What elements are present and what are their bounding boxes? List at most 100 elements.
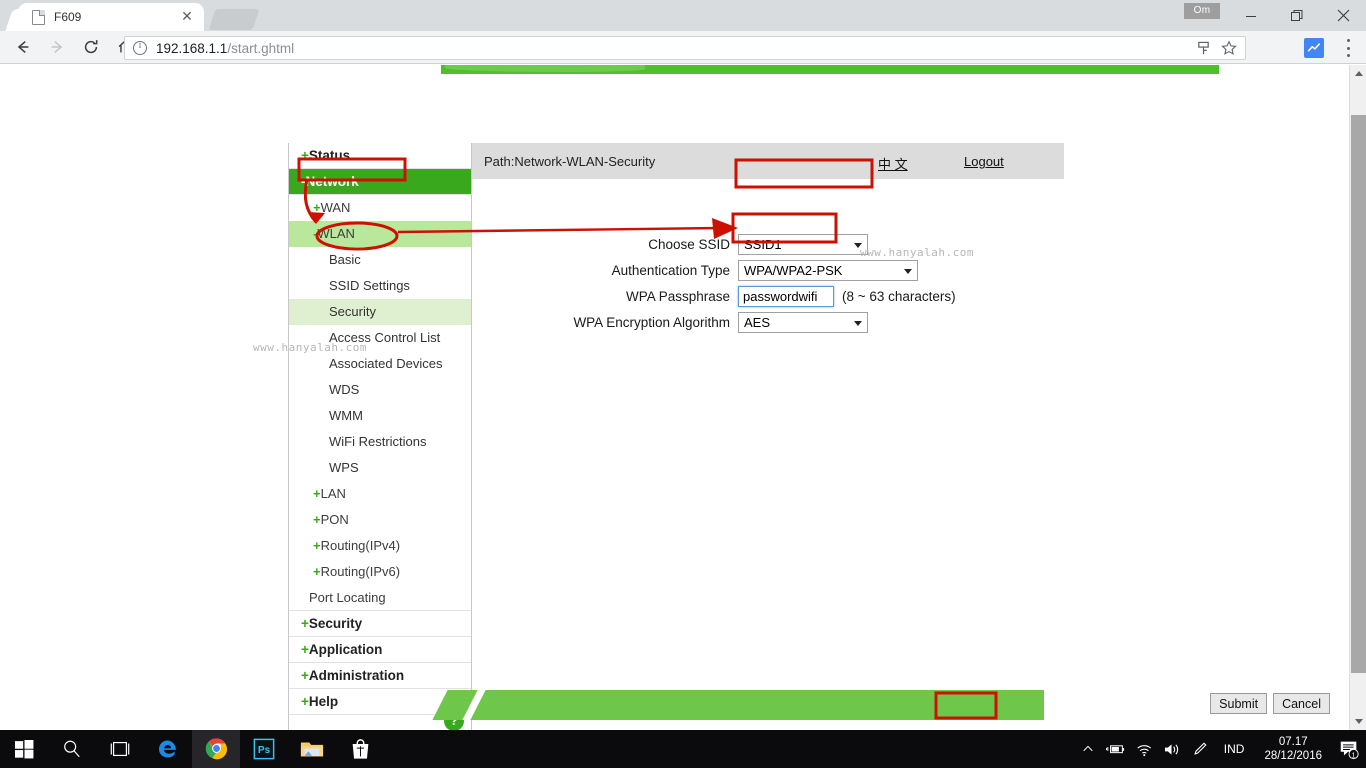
submit-button[interactable]: Submit	[1210, 693, 1268, 714]
sidebar-item-wds[interactable]: WDS	[289, 377, 471, 403]
system-tray: IND 07.17 28/12/2016 1	[1074, 730, 1366, 768]
sidebar-item-lan[interactable]: +LAN	[289, 481, 471, 507]
wpa-passphrase-input[interactable]: passwordwifi	[738, 285, 834, 307]
start-icon[interactable]	[0, 730, 48, 768]
address-bar[interactable]: 192.168.1.1/start.ghtml	[124, 36, 1246, 60]
form-row: WPA Passphrase passwordwifi (8 ~ 63 charac…	[472, 283, 1064, 309]
sidebar-item-label: Administration	[308, 668, 405, 683]
expand-icon: +	[301, 694, 309, 709]
sidebar-item-wps[interactable]: WPS	[289, 455, 471, 481]
sidebar-item-port-locating[interactable]: Port Locating	[289, 585, 471, 611]
page-panel: Path:Network-WLAN-Security 中 文 Logout +S…	[286, 78, 1344, 730]
edge-icon[interactable]	[144, 730, 192, 768]
input-value: passwordwifi	[743, 288, 818, 304]
scroll-down-icon[interactable]	[1350, 713, 1366, 730]
input-language[interactable]: IND	[1214, 742, 1255, 756]
watermark-right: www.hanyalah.com	[860, 246, 974, 259]
battery-icon[interactable]	[1102, 730, 1130, 768]
om-badge: Om	[1184, 3, 1220, 19]
window-controls	[1228, 0, 1366, 31]
task-view-icon[interactable]	[96, 730, 144, 768]
sidebar-item-label: WMM	[329, 408, 363, 423]
vertical-scrollbar[interactable]	[1349, 65, 1366, 730]
expand-icon: +	[313, 538, 321, 553]
bookmark-star-icon[interactable]	[1221, 40, 1237, 61]
page-icon	[32, 9, 45, 25]
sidebar-item-label: PON	[320, 512, 349, 527]
scrollbar-thumb[interactable]	[1351, 115, 1366, 673]
sidebar-item-basic[interactable]: Basic	[289, 247, 471, 273]
maximize-icon[interactable]	[1274, 0, 1320, 31]
sidebar-item-network[interactable]: -Network	[289, 169, 471, 195]
chrome-menu-icon[interactable]	[1340, 39, 1356, 57]
page-header-banner	[441, 65, 1219, 74]
sidebar-item-routing-ipv4[interactable]: +Routing(IPv4)	[289, 533, 471, 559]
selected-value: SSID1	[744, 236, 782, 252]
field-label: WPA Encryption Algorithm	[573, 314, 730, 330]
scroll-up-icon[interactable]	[1350, 65, 1366, 82]
sidebar-item-security[interactable]: +Security	[289, 611, 471, 637]
breadcrumb-bar: Path:Network-WLAN-Security 中 文 Logout	[472, 143, 1064, 179]
sidebar-item-wlan[interactable]: -WLAN	[289, 221, 471, 247]
new-tab-button[interactable]	[208, 9, 260, 30]
cancel-button[interactable]: Cancel	[1273, 693, 1330, 714]
close-icon[interactable]: ✕	[180, 9, 194, 24]
clock[interactable]: 07.17 28/12/2016	[1254, 735, 1332, 763]
microsoft-store-icon[interactable]	[336, 730, 384, 768]
sidebar-item-administration[interactable]: +Administration	[289, 663, 471, 689]
page-viewport: Path:Network-WLAN-Security 中 文 Logout +S…	[0, 65, 1366, 730]
tab-title: F609	[54, 10, 82, 24]
expand-icon: +	[313, 512, 321, 527]
close-window-icon[interactable]	[1320, 0, 1366, 31]
sidebar-item-pon[interactable]: +PON	[289, 507, 471, 533]
sidebar-item-associated-devices[interactable]: Associated Devices	[289, 351, 471, 377]
sidebar-item-label: WPS	[329, 460, 359, 475]
field-hint: (8 ~ 63 characters)	[842, 288, 956, 304]
minimize-icon[interactable]	[1228, 0, 1274, 31]
sidebar-item-label: Security	[308, 616, 363, 631]
selected-value: WPA/WPA2-PSK	[744, 262, 843, 278]
sidebar-item-wifi-restrictions[interactable]: WiFi Restrictions	[289, 429, 471, 455]
sidebar-item-status[interactable]: +Status	[289, 143, 471, 169]
extension-icon[interactable]	[1304, 38, 1324, 58]
sidebar-item-list: +Status -Network +WAN -WLAN Basic SSID Settin…	[289, 143, 471, 715]
field-label: WPA Passphrase	[625, 288, 730, 304]
volume-icon[interactable]	[1158, 730, 1186, 768]
chevron-down-icon	[904, 268, 912, 274]
sidebar-item-routing-ipv6[interactable]: +Routing(IPv6)	[289, 559, 471, 585]
back-icon[interactable]	[6, 31, 40, 64]
password-key-icon[interactable]	[1196, 41, 1211, 61]
authentication-type-select[interactable]: WPA/WPA2-PSK	[738, 259, 918, 281]
windows-taskbar: Ps IND 07.17 28/12/2016 1	[0, 730, 1366, 768]
site-info-icon[interactable]	[133, 40, 147, 55]
browser-tab[interactable]: F609 ✕	[18, 3, 204, 31]
sidebar-item-label: Status	[308, 148, 351, 163]
sidebar-item-label: Associated Devices	[329, 356, 443, 371]
expand-icon: +	[301, 642, 309, 657]
wifi-icon[interactable]	[1130, 730, 1158, 768]
expand-icon: +	[313, 486, 321, 501]
logout-link[interactable]: Logout	[964, 154, 1004, 169]
choose-ssid-select[interactable]: SSID1	[738, 233, 868, 255]
sidebar-item-ssid-settings[interactable]: SSID Settings	[289, 273, 471, 299]
sidebar-item-wmm[interactable]: WMM	[289, 403, 471, 429]
chevron-up-icon[interactable]	[1074, 730, 1102, 768]
wpa-encryption-algorithm-select[interactable]: AES	[738, 311, 868, 333]
sidebar-item-security[interactable]: Security	[289, 299, 471, 325]
notification-icon[interactable]: 1	[1332, 730, 1366, 768]
url-host: 192.168.1.1	[156, 40, 228, 56]
url-text: 192.168.1.1/start.ghtml	[156, 41, 294, 56]
pen-icon[interactable]	[1186, 730, 1214, 768]
chrome-icon[interactable]	[192, 730, 240, 768]
sidebar-item-application[interactable]: +Application	[289, 637, 471, 663]
watermark-left: www.hanyalah.com	[253, 341, 367, 354]
photoshop-icon[interactable]: Ps	[240, 730, 288, 768]
reload-icon[interactable]	[74, 31, 108, 64]
search-icon[interactable]	[48, 730, 96, 768]
browser-toolbar: 192.168.1.1/start.ghtml	[0, 31, 1366, 64]
file-explorer-icon[interactable]	[288, 730, 336, 768]
sidebar-item-wan[interactable]: +WAN	[289, 195, 471, 221]
language-link[interactable]: 中 文	[878, 154, 908, 173]
omnibox-actions	[1196, 40, 1237, 61]
sidebar-item-label: Security	[329, 304, 376, 319]
